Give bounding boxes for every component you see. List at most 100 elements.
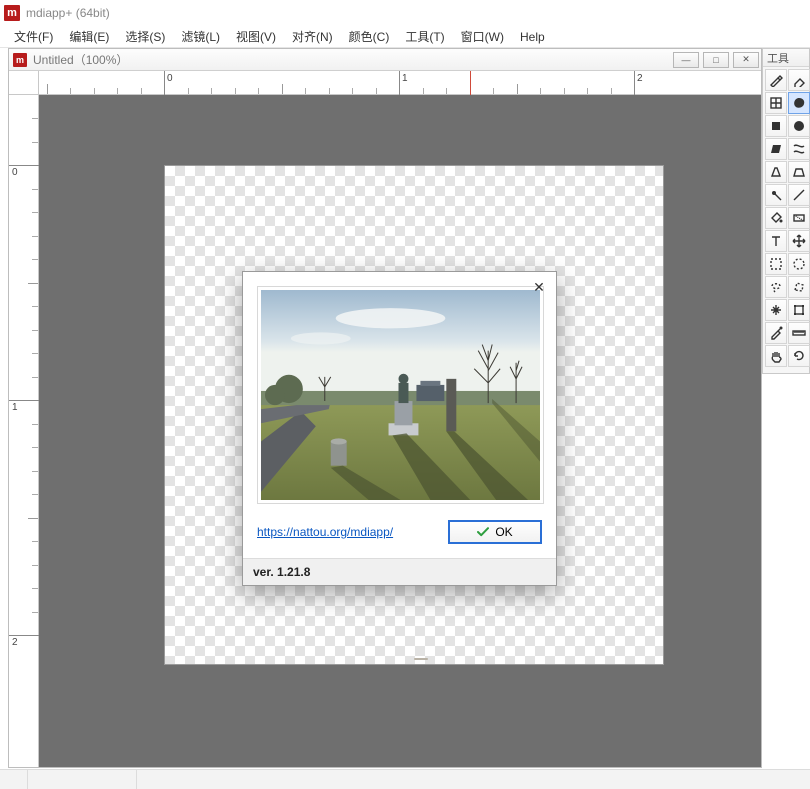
eraser-button[interactable] [788, 69, 810, 91]
doc-minimize-button[interactable]: — [673, 52, 699, 68]
eyedropper-button[interactable] [765, 322, 787, 344]
menu-tools[interactable]: 工具(T) [397, 26, 452, 47]
rotate-view-button[interactable] [788, 345, 810, 367]
ruler-corner [9, 71, 39, 95]
document-icon: m [13, 53, 27, 67]
document-titlebar[interactable]: m Untitled（100%） — □ ✕ [9, 49, 761, 71]
ellipse-fill-icon [792, 119, 806, 133]
close-icon: ✕ [533, 279, 545, 296]
about-ok-button[interactable]: OK [448, 520, 542, 544]
app-titlebar: m mdiapp+ (64bit) [0, 0, 810, 26]
status-segment [27, 770, 137, 789]
about-ok-label: OK [495, 525, 512, 539]
document-window: m Untitled（100%） — □ ✕ 0 1 2 0 1 2 ✕ [8, 48, 762, 768]
blob-tool-icon [792, 96, 806, 110]
ruler-vertical[interactable]: 0 1 2 [9, 95, 39, 767]
ruler-v-label: 2 [12, 637, 18, 648]
skew-tool-button[interactable] [765, 138, 787, 160]
app-title: mdiapp+ (64bit) [26, 6, 110, 20]
bucket-tool-icon [769, 211, 783, 225]
rotate-view-icon [792, 349, 806, 363]
blob-tool-button[interactable] [788, 92, 810, 114]
grid-tool-button[interactable] [765, 92, 787, 114]
skew-tool-icon [769, 142, 783, 156]
rect-select-icon [769, 257, 783, 271]
menu-select[interactable]: 选择(S) [117, 26, 173, 47]
hand-tool-icon [769, 349, 783, 363]
ruler-cursor-marker [470, 71, 471, 95]
polygon-select-button[interactable] [788, 276, 810, 298]
mdi-client-area: m Untitled（100%） — □ ✕ 0 1 2 0 1 2 ✕ [0, 48, 810, 789]
document-body: 0 1 2 0 1 2 ✕ [9, 71, 761, 767]
about-dialog: ✕ [242, 271, 557, 586]
eyedropper-icon [769, 326, 783, 340]
ruler-v-label: 1 [12, 402, 18, 413]
trapezoid-tool-button[interactable] [788, 161, 810, 183]
menu-file[interactable]: 文件(F) [6, 26, 61, 47]
transform-tool-icon [792, 303, 806, 317]
about-version-label: ver. 1.21.8 [243, 558, 556, 585]
ruler-tool-button[interactable] [788, 322, 810, 344]
ellipse-fill-button[interactable] [788, 115, 810, 137]
warp-tool-icon [792, 142, 806, 156]
quad-fill-button[interactable] [765, 115, 787, 137]
pin-tool-icon [769, 188, 783, 202]
lasso-tool-button[interactable] [765, 276, 787, 298]
canvas-viewport[interactable]: ✕ [39, 95, 761, 767]
rect-select-button[interactable] [765, 253, 787, 275]
trapezoid-tool-icon [792, 165, 806, 179]
sparkle-tool-icon [769, 303, 783, 317]
eraser-icon [792, 73, 806, 87]
ruler-h-label: 0 [167, 73, 173, 84]
menu-align[interactable]: 对齐(N) [284, 26, 341, 47]
warp-tool-button[interactable] [788, 138, 810, 160]
canvas-handle-icon [414, 658, 428, 660]
ruler-v-label: 0 [12, 167, 18, 178]
status-bar [0, 769, 810, 789]
move-tool-button[interactable] [788, 230, 810, 252]
menu-color[interactable]: 颜色(C) [341, 26, 398, 47]
menu-edit[interactable]: 编辑(E) [61, 26, 117, 47]
line-tool-icon [792, 188, 806, 202]
perspective-tool-button[interactable] [765, 161, 787, 183]
ruler-tool-icon [792, 326, 806, 340]
sparkle-tool-button[interactable] [765, 299, 787, 321]
line-tool-button[interactable] [788, 184, 810, 206]
tool-panel-title: 工具 [763, 49, 809, 67]
ruler-h-label: 2 [637, 73, 643, 84]
about-image-frame [257, 286, 544, 504]
text-tool-icon [769, 234, 783, 248]
menu-window[interactable]: 窗口(W) [453, 26, 512, 47]
pin-tool-button[interactable] [765, 184, 787, 206]
menu-view[interactable]: 视图(V) [228, 26, 284, 47]
ruler-h-label: 1 [402, 73, 408, 84]
polygon-select-icon [792, 280, 806, 294]
about-close-button[interactable]: ✕ [530, 278, 548, 296]
text-tool-button[interactable] [765, 230, 787, 252]
hand-tool-button[interactable] [765, 345, 787, 367]
check-icon [477, 526, 489, 538]
tool-panel[interactable]: 工具 [762, 48, 810, 374]
move-tool-icon [792, 234, 806, 248]
ruler-horizontal[interactable]: 0 1 2 [39, 71, 761, 95]
app-icon: m [4, 5, 20, 21]
doc-maximize-button[interactable]: □ [703, 52, 729, 68]
quad-fill-icon [769, 119, 783, 133]
transform-tool-button[interactable] [788, 299, 810, 321]
lasso-tool-icon [769, 280, 783, 294]
menu-help[interactable]: Help [512, 28, 553, 46]
grid-tool-icon [769, 96, 783, 110]
about-link[interactable]: https://nattou.org/mdiapp/ [257, 525, 393, 539]
perspective-tool-icon [769, 165, 783, 179]
gradient-tool-icon [792, 211, 806, 225]
ellipse-select-button[interactable] [788, 253, 810, 275]
bucket-tool-button[interactable] [765, 207, 787, 229]
gradient-tool-button[interactable] [788, 207, 810, 229]
menu-bar: 文件(F) 编辑(E) 选择(S) 滤镜(L) 视图(V) 对齐(N) 颜色(C… [0, 26, 810, 48]
menu-filter[interactable]: 滤镜(L) [173, 26, 228, 47]
about-image [261, 290, 540, 500]
document-title: Untitled（100%） [33, 51, 128, 68]
ellipse-select-icon [792, 257, 806, 271]
pen-tool-button[interactable] [765, 69, 787, 91]
doc-close-button[interactable]: ✕ [733, 52, 759, 68]
